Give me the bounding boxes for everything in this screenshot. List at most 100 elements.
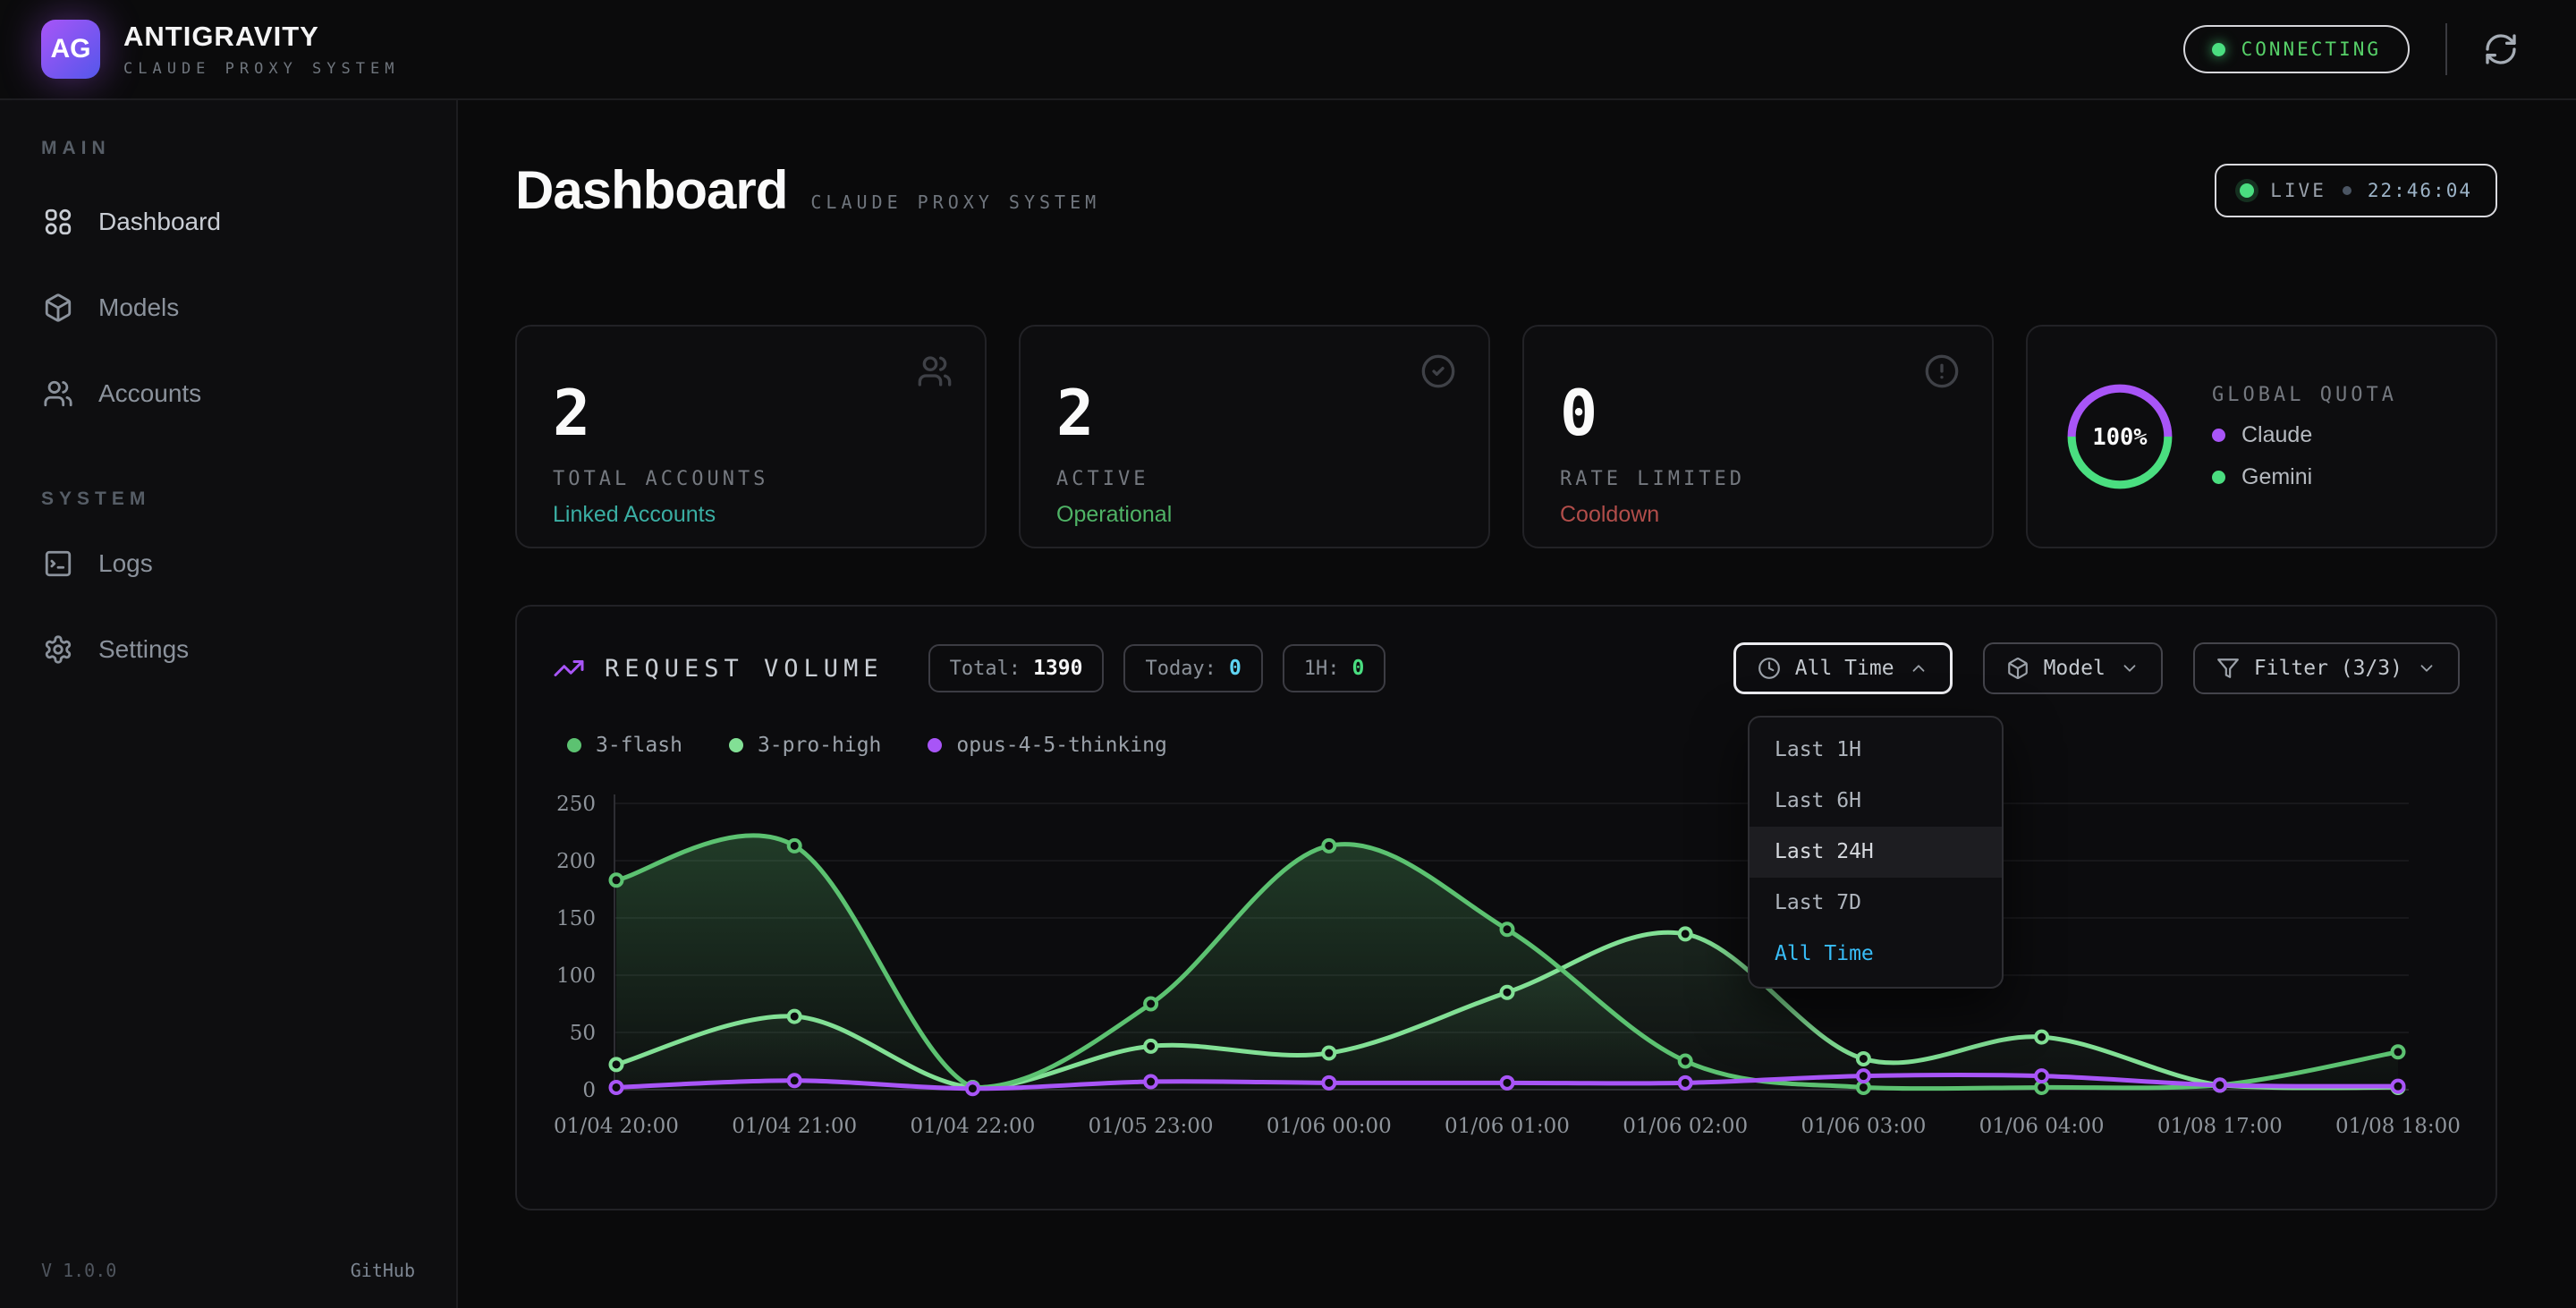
sidebar-item-accounts[interactable]: Accounts	[14, 365, 442, 422]
sidebar-system-items: Logs Settings	[0, 535, 456, 678]
stat-value: 2	[1056, 382, 1453, 445]
stat-sublabel: Linked Accounts	[553, 502, 949, 528]
request-volume-card: REQUEST VOLUME Total: 1390 Today: 0 1H: …	[515, 605, 2497, 1210]
connection-status-text: CONNECTING	[2241, 38, 2381, 60]
chevron-down-icon	[2120, 658, 2140, 678]
legend-item-3-pro-high[interactable]: 3-pro-high	[729, 734, 881, 757]
stat-card-rate-limited: 0 RATE LIMITED Cooldown	[1522, 325, 1994, 548]
total-requests-chip: Total: 1390	[928, 644, 1105, 692]
sidebar: MAIN Dashboard Models Accounts SYSTEM Lo…	[0, 100, 458, 1308]
chart-legend: 3-flash 3-pro-high opus-4-5-thinking	[553, 734, 2460, 757]
model-select-button[interactable]: Model	[1983, 642, 2163, 694]
sidebar-item-logs[interactable]: Logs	[14, 535, 442, 592]
legend-dot-icon	[567, 738, 581, 752]
legend-dot-icon	[729, 738, 743, 752]
svg-text:01/04 22:00: 01/04 22:00	[910, 1115, 1035, 1138]
stats-grid: 2 TOTAL ACCOUNTS Linked Accounts 2 ACTIV…	[515, 325, 2497, 548]
clock-icon	[1758, 657, 1781, 680]
menu-item-last-7d[interactable]: Last 7D	[1750, 878, 2002, 929]
quota-detail: GLOBAL QUOTA Claude Gemini	[2212, 384, 2397, 490]
stat-label: GLOBAL QUOTA	[2212, 384, 2397, 406]
stat-value: 2	[553, 382, 949, 445]
svg-text:01/04 21:00: 01/04 21:00	[732, 1115, 857, 1138]
check-circle-icon	[1420, 353, 1456, 389]
sidebar-item-models[interactable]: Models	[14, 279, 442, 336]
stat-label: TOTAL ACCOUNTS	[553, 468, 949, 490]
sidebar-main-items: Dashboard Models Accounts	[0, 193, 456, 422]
stat-sublabel: Operational	[1056, 502, 1453, 528]
sidebar-section-system: SYSTEM	[0, 488, 456, 510]
chip-label: Today:	[1145, 658, 1216, 680]
chart-title-group: REQUEST VOLUME	[553, 652, 884, 684]
legend-item-opus-4-5-thinking[interactable]: opus-4-5-thinking	[928, 734, 1166, 757]
menu-item-last-6h[interactable]: Last 6H	[1750, 776, 2002, 827]
topbar-right: CONNECTING	[2183, 23, 2519, 75]
page-header: Dashboard CLAUDE PROXY SYSTEM LIVE 22:46…	[515, 159, 2497, 221]
refresh-icon[interactable]	[2483, 31, 2519, 67]
menu-item-all-time[interactable]: All Time	[1750, 929, 2002, 980]
cube-icon	[43, 293, 73, 323]
sidebar-item-label: Logs	[98, 549, 153, 578]
time-range-label: All Time	[1795, 657, 1894, 680]
sidebar-item-dashboard[interactable]: Dashboard	[14, 193, 442, 251]
github-link[interactable]: GitHub	[351, 1260, 415, 1281]
chip-value: 1390	[1033, 657, 1082, 680]
main-content: Dashboard CLAUDE PROXY SYSTEM LIVE 22:46…	[458, 100, 2576, 1308]
sidebar-section-main: MAIN	[0, 138, 456, 159]
legend-item-3-flash[interactable]: 3-flash	[567, 734, 682, 757]
legend-label: 3-pro-high	[758, 734, 881, 757]
live-badge: LIVE 22:46:04	[2215, 164, 2497, 217]
app-subtitle: CLAUDE PROXY SYSTEM	[123, 60, 399, 78]
stat-label: ACTIVE	[1056, 468, 1453, 490]
menu-item-last-24h[interactable]: Last 24H	[1750, 827, 2002, 878]
svg-text:100: 100	[556, 964, 596, 988]
quota-legend-gemini: Gemini	[2212, 464, 2397, 490]
filter-label: Filter (3/3)	[2254, 657, 2402, 680]
legend-label: 3-flash	[596, 734, 682, 757]
sidebar-item-label: Settings	[98, 635, 189, 664]
sidebar-item-label: Models	[98, 293, 179, 322]
svg-text:150: 150	[556, 907, 596, 930]
svg-text:01/06 00:00: 01/06 00:00	[1267, 1115, 1392, 1138]
sidebar-item-settings[interactable]: Settings	[14, 621, 442, 678]
chart-stat-chips: Total: 1390 Today: 0 1H: 0	[928, 644, 1386, 692]
chart-actions: All Time Model Filter (3/3)	[1733, 642, 2460, 694]
svg-text:01/06 04:00: 01/06 04:00	[1979, 1115, 2105, 1138]
page-subtitle: CLAUDE PROXY SYSTEM	[810, 191, 1100, 213]
time-range-button[interactable]: All Time	[1733, 642, 1953, 694]
separator-dot-icon	[2343, 186, 2351, 195]
hour-requests-chip: 1H: 0	[1283, 644, 1386, 692]
legend-dot-icon	[2212, 429, 2225, 442]
quota-percent: 100%	[2092, 423, 2148, 450]
layout-grid-icon	[43, 207, 73, 237]
quota-legend-claude: Claude	[2212, 422, 2397, 448]
live-dot-icon	[2240, 183, 2254, 198]
svg-text:01/06 01:00: 01/06 01:00	[1445, 1115, 1570, 1138]
svg-text:0: 0	[582, 1079, 596, 1102]
connection-status-badge: CONNECTING	[2183, 25, 2410, 73]
sidebar-item-label: Dashboard	[98, 208, 221, 236]
time-range-dropdown: Last 1H Last 6H Last 24H Last 7D All Tim…	[1748, 716, 2004, 989]
chevron-down-icon	[2417, 658, 2436, 678]
legend-label: opus-4-5-thinking	[956, 734, 1166, 757]
app-title: ANTIGRAVITY	[123, 21, 399, 53]
menu-item-last-1h[interactable]: Last 1H	[1750, 725, 2002, 776]
users-icon	[43, 378, 73, 409]
page-title-row: Dashboard CLAUDE PROXY SYSTEM	[515, 159, 1100, 221]
brand: ANTIGRAVITY CLAUDE PROXY SYSTEM	[123, 21, 399, 78]
request-volume-chart: 05010015020025001/04 20:0001/04 21:0001/…	[553, 777, 2460, 1145]
funnel-icon	[2216, 657, 2240, 680]
svg-text:50: 50	[570, 1022, 596, 1045]
stat-sublabel: Cooldown	[1560, 502, 1956, 528]
app-logo: AG	[41, 20, 100, 79]
stat-value: 0	[1560, 382, 1956, 445]
live-label: LIVE	[2270, 180, 2326, 201]
chart-title: REQUEST VOLUME	[605, 655, 884, 683]
chip-label: Total:	[950, 658, 1021, 680]
chip-label: 1H:	[1304, 658, 1340, 680]
topbar-divider	[2445, 23, 2447, 75]
cube-icon	[2006, 657, 2029, 680]
sidebar-footer: V 1.0.0 GitHub	[41, 1260, 415, 1281]
gear-icon	[43, 634, 73, 665]
filter-button[interactable]: Filter (3/3)	[2193, 642, 2460, 694]
